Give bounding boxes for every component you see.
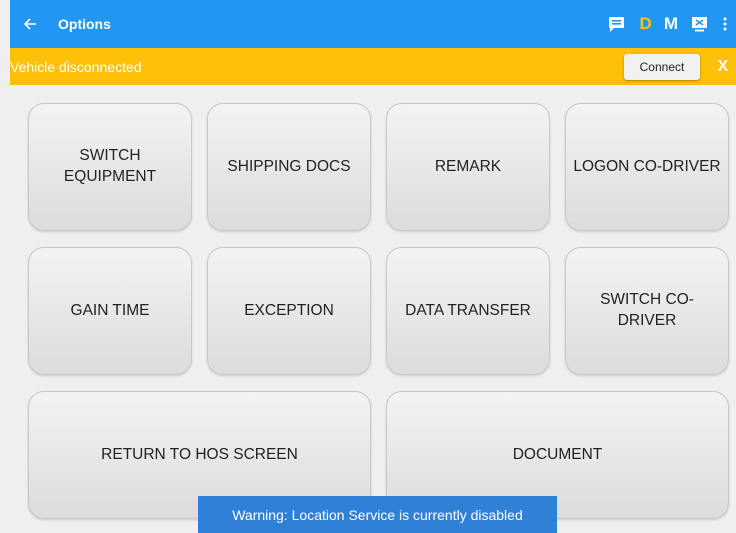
app-bar-actions: D M bbox=[600, 0, 736, 48]
switch-equipment-button[interactable]: SWITCH EQUIPMENT bbox=[28, 103, 192, 231]
back-button[interactable] bbox=[10, 0, 50, 48]
location-warning-toast: Warning: Location Service is currently d… bbox=[198, 496, 557, 533]
switch-co-driver-button[interactable]: SWITCH CO-DRIVER bbox=[565, 247, 729, 375]
exception-button[interactable]: EXCEPTION bbox=[207, 247, 371, 375]
options-screen: Options D M Vehicle disconnected Connect… bbox=[0, 0, 736, 533]
gain-time-button[interactable]: GAIN TIME bbox=[28, 247, 192, 375]
page-title: Options bbox=[58, 16, 111, 32]
logon-co-driver-button[interactable]: LOGON CO-DRIVER bbox=[565, 103, 729, 231]
message-icon bbox=[609, 16, 625, 32]
data-transfer-button[interactable]: DATA TRANSFER bbox=[386, 247, 550, 375]
driver-status-d[interactable]: D bbox=[634, 0, 658, 48]
close-banner-button[interactable]: X bbox=[710, 58, 736, 76]
remark-button[interactable]: REMARK bbox=[386, 103, 550, 231]
driver-status-m[interactable]: M bbox=[658, 0, 684, 48]
banner-message: Vehicle disconnected bbox=[10, 58, 142, 75]
device-icon bbox=[691, 16, 707, 31]
connect-button[interactable]: Connect bbox=[624, 53, 700, 80]
more-vert-icon bbox=[723, 17, 727, 31]
back-arrow-icon bbox=[23, 18, 36, 30]
overflow-menu-button[interactable] bbox=[714, 0, 736, 48]
app-bar: Options D M bbox=[10, 0, 736, 48]
vehicle-status-banner: Vehicle disconnected Connect X bbox=[10, 48, 736, 85]
messages-button[interactable] bbox=[600, 0, 634, 48]
shipping-docs-button[interactable]: SHIPPING DOCS bbox=[207, 103, 371, 231]
device-button[interactable] bbox=[684, 0, 714, 48]
